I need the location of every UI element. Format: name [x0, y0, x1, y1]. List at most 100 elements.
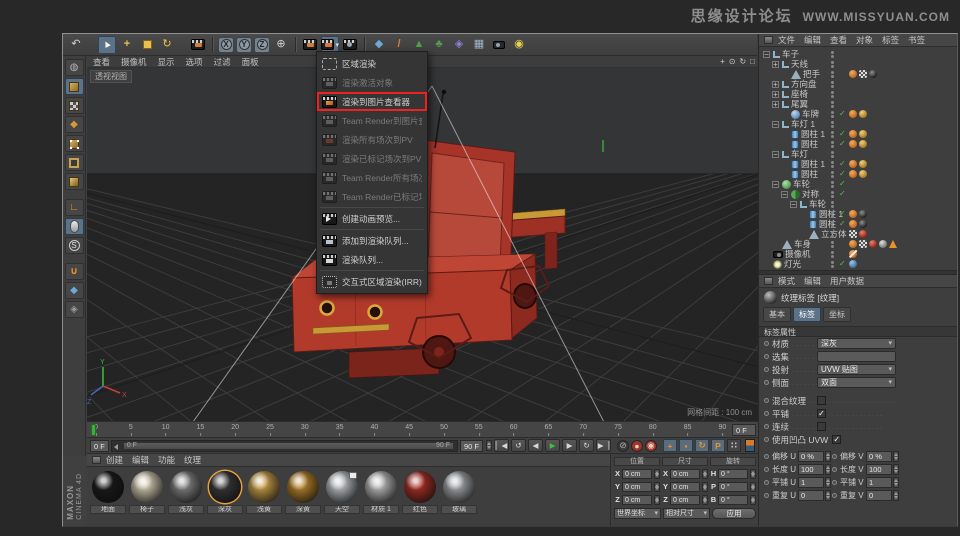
lock-workplane-button[interactable]: ◈	[64, 301, 84, 318]
expand-toggle[interactable]: +	[772, 80, 779, 88]
render-menu-item[interactable]: 创建动画预览...	[317, 209, 427, 228]
viewport-view-label[interactable]: 透视视图	[90, 70, 132, 83]
next-frame-button[interactable]: ▶	[562, 439, 577, 452]
key-color-swatch[interactable]	[745, 439, 755, 452]
orange-tag-icon[interactable]	[849, 240, 857, 248]
current-frame-field[interactable]: 0 F	[732, 424, 756, 436]
material-item[interactable]: 深黄	[285, 470, 321, 514]
coord-field[interactable]: 0 cm	[670, 481, 700, 492]
spinner[interactable]	[893, 464, 899, 475]
spinner[interactable]	[825, 477, 831, 488]
object-row[interactable]: + 尾翼	[759, 99, 957, 109]
viewport-menu-3[interactable]: 选项	[186, 56, 203, 68]
timeline-tick[interactable]: 80	[649, 424, 657, 436]
material-item[interactable]: 材质 1	[363, 470, 399, 514]
orange-tag-icon[interactable]	[849, 170, 857, 178]
render-menu-item[interactable]: 添加到渲染队列...	[317, 231, 427, 250]
anim-dot-icon[interactable]	[764, 480, 769, 485]
play-button[interactable]: ▶	[545, 439, 560, 452]
red-tag-icon[interactable]	[869, 240, 877, 248]
visibility-dots[interactable]	[831, 71, 834, 74]
range-handle[interactable]: 0 F 90 F	[122, 441, 454, 450]
object-manager-menu-3[interactable]: 对象	[856, 34, 873, 46]
orange-tag-icon[interactable]	[849, 160, 857, 168]
visibility-dots[interactable]	[831, 121, 834, 124]
coord-header[interactable]: 尺寸	[662, 457, 708, 466]
anim-dot-icon[interactable]	[764, 467, 769, 472]
uv-field-长度 U[interactable]: 100 %	[798, 464, 824, 484]
gray-tag-icon[interactable]	[879, 240, 887, 248]
expand-toggle[interactable]: +	[772, 100, 779, 108]
orange-tag-icon[interactable]	[849, 110, 857, 118]
camslash-tag-icon[interactable]	[849, 250, 857, 258]
orange-tag-icon[interactable]	[849, 130, 857, 138]
render-menu-item[interactable]: 渲染到图片查看器	[317, 92, 427, 111]
spinner[interactable]	[654, 481, 660, 492]
uv-field-偏移 U[interactable]: 0 %	[798, 451, 824, 462]
material-item[interactable]: 地面	[90, 470, 126, 514]
expand-toggle[interactable]: −	[772, 150, 779, 158]
gold-tag-icon[interactable]	[859, 140, 867, 148]
expand-toggle[interactable]: +	[772, 90, 779, 98]
playhead[interactable]	[91, 424, 96, 436]
light-object-button[interactable]: ◉	[510, 36, 528, 54]
material-manager-menu-2[interactable]: 功能	[158, 454, 175, 466]
anim-dot-icon[interactable]	[832, 480, 837, 485]
key-rotation-button[interactable]: ↻	[695, 439, 709, 452]
texture-mode-button[interactable]	[64, 97, 84, 114]
points-mode-button[interactable]	[64, 135, 84, 152]
lock-y-button[interactable]: Y	[236, 36, 252, 53]
key-pla-button[interactable]: ∷	[727, 439, 741, 452]
key-parameter-button[interactable]: P	[711, 439, 725, 452]
maximize-view-icon[interactable]: □	[750, 58, 755, 66]
material-item[interactable]: 红色	[402, 470, 438, 514]
coord-field[interactable]: 0 cm	[670, 468, 700, 479]
visibility-dots[interactable]	[831, 101, 834, 104]
deformer-object-button[interactable]: ◈	[450, 36, 468, 54]
spinner[interactable]	[893, 477, 899, 488]
autokey-button[interactable]: ●	[631, 439, 643, 452]
edges-mode-button[interactable]	[64, 154, 84, 171]
dark-tag-icon[interactable]	[859, 220, 867, 228]
orange-tag-icon[interactable]	[849, 210, 857, 218]
floor-object-button[interactable]: ▦	[470, 36, 488, 54]
object-row[interactable]: − 车灯 1	[759, 119, 957, 129]
coord-field[interactable]: 0 cm	[670, 494, 700, 505]
coord-field[interactable]: 0 cm	[622, 468, 652, 479]
lock-z-button[interactable]: Z	[254, 36, 270, 53]
material-item[interactable]: 浅灰	[168, 470, 204, 514]
size-mode-dropdown[interactable]: 相对尺寸	[663, 508, 710, 519]
object-row[interactable]: 车身	[759, 239, 957, 249]
gold-tag-icon[interactable]	[859, 130, 867, 138]
visibility-dots[interactable]	[831, 151, 834, 154]
visibility-dots[interactable]	[831, 251, 834, 254]
uv-field-平铺 V[interactable]: 1	[866, 477, 892, 488]
timeline-tick[interactable]: 20	[231, 424, 239, 436]
render-menu-item[interactable]: 渲染已标记场次到PV	[317, 149, 427, 168]
checkbox-unchecked[interactable]	[817, 422, 826, 431]
end-frame-field[interactable]: 90 F	[459, 439, 483, 452]
uv-field-重复 V[interactable]: 0	[866, 490, 892, 501]
object-row[interactable]: − 车子	[759, 49, 957, 59]
red-tag-icon[interactable]	[859, 230, 867, 238]
lock-x-button[interactable]: X	[218, 36, 234, 53]
rotate-view-icon[interactable]: ↻	[739, 58, 746, 66]
material-manager-menu-3[interactable]: 纹理	[184, 454, 201, 466]
apply-button[interactable]: 应用	[712, 508, 756, 519]
snap-button[interactable]: S	[64, 237, 84, 254]
gold-tag-icon[interactable]	[859, 160, 867, 168]
dark-tag-icon[interactable]	[859, 210, 867, 218]
orange-tag-icon[interactable]	[849, 140, 857, 148]
visibility-dots[interactable]	[831, 231, 834, 234]
spinner[interactable]	[702, 481, 708, 492]
viewport-solo-button[interactable]	[64, 218, 84, 235]
uv-field-偏移 V[interactable]: 0 %	[866, 451, 892, 462]
viewport-menu-1[interactable]: 摄像机	[121, 56, 147, 68]
spinner[interactable]	[825, 490, 831, 501]
attr-tab-标签[interactable]: 标签	[793, 307, 821, 322]
material-item[interactable]: 深灰	[207, 470, 243, 514]
object-manager-menu-1[interactable]: 编辑	[804, 34, 821, 46]
camera-object-button[interactable]	[490, 36, 508, 54]
object-manager-menu-5[interactable]: 书签	[908, 34, 925, 46]
visibility-dots[interactable]	[831, 191, 834, 194]
